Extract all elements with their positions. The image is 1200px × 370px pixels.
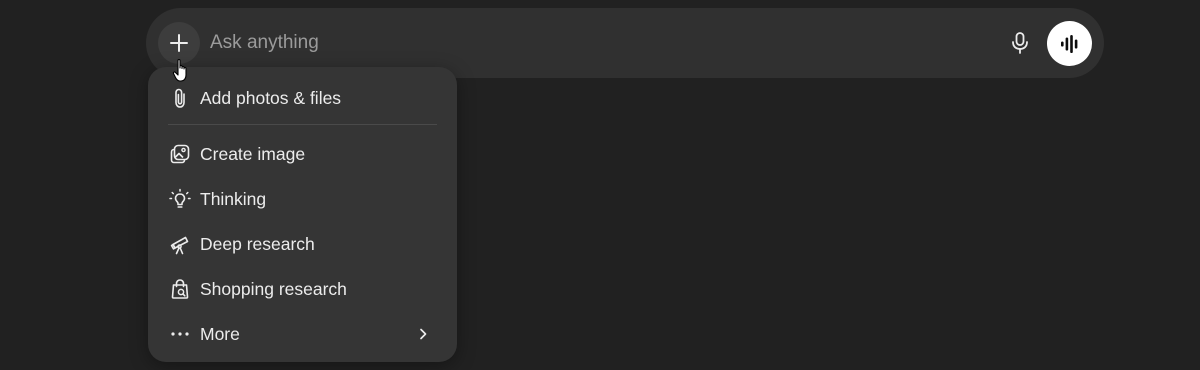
voice-mode-button[interactable]: [1047, 21, 1092, 66]
menu-item-shopping-research[interactable]: Shopping research: [156, 269, 449, 309]
add-button[interactable]: [158, 22, 200, 64]
voice-waveform-icon: [1060, 34, 1077, 53]
menu-divider: [168, 124, 437, 125]
plus-icon: [170, 34, 188, 52]
microphone-icon: [1012, 32, 1028, 54]
prompt-input[interactable]: [210, 26, 990, 60]
telescope-icon: [168, 232, 192, 256]
menu-item-label: Deep research: [200, 233, 315, 254]
menu-item-label: Create image: [200, 143, 306, 164]
menu-item-label: Thinking: [200, 188, 267, 209]
lightbulb-icon: [168, 187, 192, 211]
chevron-right-icon: [415, 326, 431, 342]
ellipsis-icon: [168, 322, 192, 346]
menu-item-label: Shopping research: [200, 278, 347, 299]
image-icon: [168, 142, 192, 166]
menu-item-label: Add photos & files: [200, 87, 342, 108]
menu-item-more[interactable]: More: [156, 314, 449, 354]
menu-item-deep-research[interactable]: Deep research: [156, 224, 449, 264]
shopping-bag-icon: [168, 277, 192, 301]
paperclip-icon: [168, 86, 192, 110]
dictate-button[interactable]: [1002, 25, 1038, 61]
menu-item-thinking[interactable]: Thinking: [156, 179, 449, 219]
menu-item-add-photos-files[interactable]: Add photos & files: [156, 78, 449, 118]
menu-item-label: More: [200, 323, 240, 344]
attachment-menu: Add photos & files Create image Thinking: [148, 67, 457, 362]
menu-item-create-image[interactable]: Create image: [156, 134, 449, 174]
